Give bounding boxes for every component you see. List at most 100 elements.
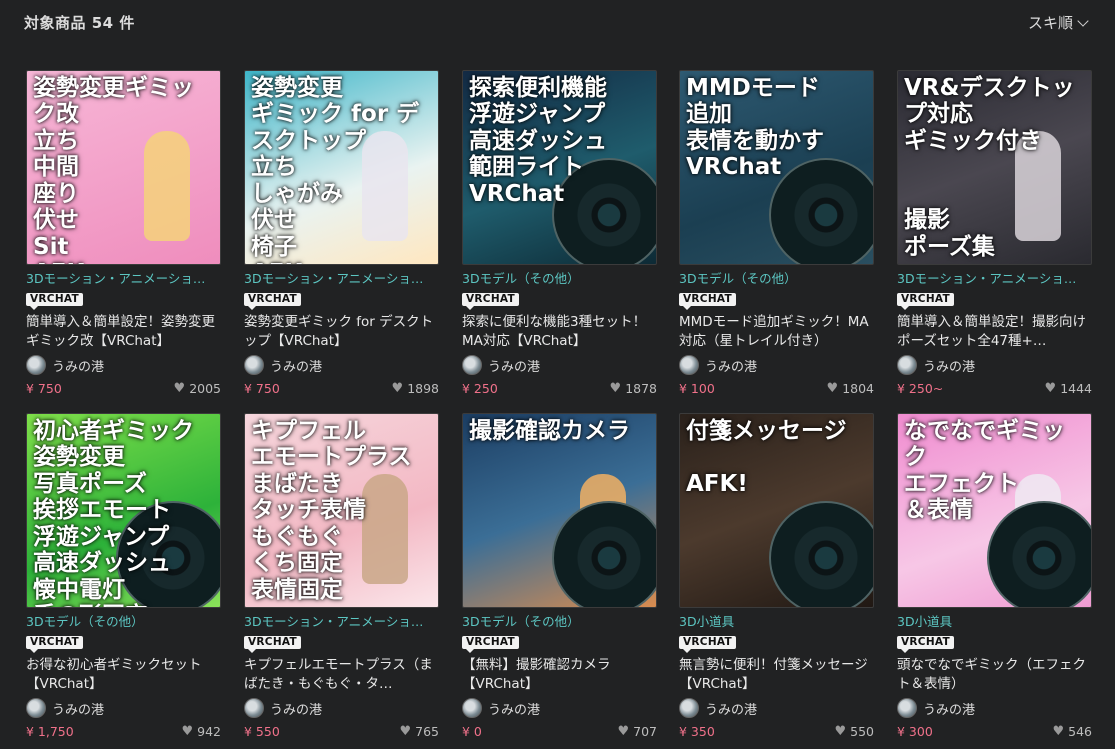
product-title[interactable]: キプフェルエモートプラス（まばたき・もぐもぐ・タ… — [244, 656, 439, 694]
shop-link[interactable]: うみの港 — [26, 355, 221, 375]
product-title[interactable]: 頭なでなでギミック（エフェクト＆表情） — [897, 656, 1092, 694]
product-card[interactable]: 姿勢変更 ギミック for デスクトップ 立ち しゃがみ 伏せ 椅子 AFK ポ… — [244, 70, 439, 397]
product-category[interactable]: 3Dモーション・アニメーショ… — [897, 268, 1092, 287]
like-button[interactable]: ♥ 1804 — [827, 381, 874, 396]
product-thumbnail[interactable]: 付箋メッセージ AFK! — [679, 413, 874, 608]
like-count: 765 — [415, 723, 439, 739]
thumbnail-text: 撮影確認カメラ — [469, 418, 630, 444]
product-thumbnail[interactable]: 探索便利機能 浮遊ジャンプ 高速ダッシュ 範囲ライト VRChat — [462, 70, 657, 265]
vrchat-badge: VRCHAT — [897, 293, 954, 310]
like-count: 1804 — [842, 380, 874, 396]
product-title[interactable]: 姿勢変更ギミック for デスクトップ【VRChat】 — [244, 313, 439, 351]
heart-icon: ♥ — [1052, 723, 1065, 739]
product-meta: ¥ 750 ♥ 1898 — [244, 379, 439, 397]
like-button[interactable]: ♥ 765 — [399, 724, 439, 739]
radial-menu-graphic — [552, 501, 656, 607]
heart-icon: ♥ — [181, 723, 194, 739]
product-meta: ¥ 250 ♥ 1878 — [462, 379, 657, 397]
like-button[interactable]: ♥ 2005 — [174, 381, 221, 396]
product-category[interactable]: 3Dモデル（その他） — [26, 611, 221, 630]
shop-name: うみの港 — [705, 359, 758, 375]
shop-link[interactable]: うみの港 — [462, 355, 657, 375]
like-button[interactable]: ♥ 550 — [834, 724, 874, 739]
vrchat-badge: VRCHAT — [244, 636, 301, 653]
like-button[interactable]: ♥ 1898 — [392, 381, 439, 396]
shop-avatar — [679, 355, 699, 375]
shop-link[interactable]: うみの港 — [244, 355, 439, 375]
product-category[interactable]: 3Dモデル（その他） — [679, 268, 874, 287]
like-button[interactable]: ♥ 1444 — [1045, 381, 1092, 396]
thumbnail-text: 姿勢変更ギミック改 立ち 中間 座り 伏せ Sit AFK PCVR & デスク… — [33, 75, 194, 264]
heart-icon: ♥ — [834, 723, 847, 739]
like-count: 1878 — [625, 380, 657, 396]
like-button[interactable]: ♥ 707 — [617, 724, 657, 739]
product-thumbnail[interactable]: なでなでギミック エフェクト ＆表情 — [897, 413, 1092, 608]
product-price: ¥ 750 — [244, 380, 280, 396]
vrchat-badge: VRCHAT — [897, 636, 954, 653]
product-title[interactable]: 探索に便利な機能3種セット！MA対応【VRChat】 — [462, 313, 657, 351]
product-card[interactable]: 初心者ギミック 姿勢変更 写真ポーズ 挨拶エモート 浮遊ジャンプ 高速ダッシュ … — [26, 413, 221, 740]
like-button[interactable]: ♥ 942 — [181, 724, 221, 739]
product-category[interactable]: 3Dモデル（その他） — [462, 611, 657, 630]
product-card[interactable]: 姿勢変更ギミック改 立ち 中間 座り 伏せ Sit AFK PCVR & デスク… — [26, 70, 221, 397]
shop-avatar — [897, 355, 917, 375]
product-thumbnail[interactable]: 姿勢変更ギミック改 立ち 中間 座り 伏せ Sit AFK PCVR & デスク… — [26, 70, 221, 265]
thumbnail-text: 初心者ギミック 姿勢変更 写真ポーズ 挨拶エモート 浮遊ジャンプ 高速ダッシュ … — [33, 418, 194, 607]
product-card[interactable]: なでなでギミック エフェクト ＆表情 3D小道具 VRCHAT 頭なでなでギミッ… — [897, 413, 1092, 740]
like-button[interactable]: ♥ 546 — [1052, 724, 1092, 739]
product-card[interactable]: MMDモード 追加 表情を動かす VRChat 3Dモデル（その他） VRCHA… — [679, 70, 874, 397]
shop-name: うみの港 — [270, 702, 323, 718]
like-button[interactable]: ♥ 1878 — [610, 381, 657, 396]
shop-link[interactable]: うみの港 — [244, 698, 439, 718]
shop-link[interactable]: うみの港 — [462, 698, 657, 718]
shop-link[interactable]: うみの港 — [897, 698, 1092, 718]
product-category[interactable]: 3D小道具 — [679, 611, 874, 630]
product-card[interactable]: 探索便利機能 浮遊ジャンプ 高速ダッシュ 範囲ライト VRChat 3Dモデル（… — [462, 70, 657, 397]
vrchat-badge: VRCHAT — [679, 636, 736, 653]
shop-link[interactable]: うみの港 — [897, 355, 1092, 375]
product-price: ¥ 100 — [679, 380, 715, 396]
product-meta: ¥ 250~ ♥ 1444 — [897, 379, 1092, 397]
product-card[interactable]: 付箋メッセージ AFK! 3D小道具 VRCHAT 無言勢に便利！付箋メッセージ… — [679, 413, 874, 740]
product-thumbnail[interactable]: 初心者ギミック 姿勢変更 写真ポーズ 挨拶エモート 浮遊ジャンプ 高速ダッシュ … — [26, 413, 221, 608]
product-title[interactable]: 簡単導入＆簡単設定！姿勢変更ギミック改【VRChat】 — [26, 313, 221, 351]
vrchat-badge: VRCHAT — [26, 636, 83, 653]
product-card[interactable]: 撮影確認カメラ 3Dモデル（その他） VRCHAT 【無料】撮影確認カメラ【VR… — [462, 413, 657, 740]
shop-link[interactable]: うみの港 — [26, 698, 221, 718]
product-title[interactable]: MMDモード追加ギミック！MA対応（星トレイル付き） — [679, 313, 874, 351]
product-price: ¥ 250 — [462, 380, 498, 396]
product-category[interactable]: 3Dモデル（その他） — [462, 268, 657, 287]
shop-link[interactable]: うみの港 — [679, 355, 874, 375]
product-thumbnail[interactable]: キプフェル エモートプラス まばたき タッチ表情 もぐもぐ くち固定 表情固定 — [244, 413, 439, 608]
product-thumbnail[interactable]: MMDモード 追加 表情を動かす VRChat — [679, 70, 874, 265]
product-title[interactable]: 無言勢に便利！付箋メッセージ【VRChat】 — [679, 656, 874, 694]
shop-name: うみの港 — [52, 702, 105, 718]
shop-avatar — [462, 698, 482, 718]
product-thumbnail[interactable]: 姿勢変更 ギミック for デスクトップ 立ち しゃがみ 伏せ 椅子 AFK ポ… — [244, 70, 439, 265]
product-category[interactable]: 3Dモーション・アニメーショ… — [26, 268, 221, 287]
product-meta: ¥ 350 ♥ 550 — [679, 722, 874, 740]
product-card[interactable]: VR&デスクトップ対応 ギミック付き 撮影 ポーズ集 3Dモーション・アニメーシ… — [897, 70, 1092, 397]
vrchat-badge: VRCHAT — [26, 293, 83, 310]
product-title[interactable]: 【無料】撮影確認カメラ【VRChat】 — [462, 656, 657, 694]
product-meta: ¥ 750 ♥ 2005 — [26, 379, 221, 397]
sort-dropdown[interactable]: スキ順 — [1028, 12, 1089, 33]
product-price: ¥ 250~ — [897, 380, 944, 396]
product-meta: ¥ 100 ♥ 1804 — [679, 379, 874, 397]
shop-link[interactable]: うみの港 — [679, 698, 874, 718]
vrchat-badge: VRCHAT — [462, 293, 519, 310]
product-category[interactable]: 3Dモーション・アニメーショ… — [244, 268, 439, 287]
like-count: 942 — [197, 723, 221, 739]
heart-icon: ♥ — [1044, 380, 1057, 396]
product-category[interactable]: 3Dモーション・アニメーショ… — [244, 611, 439, 630]
product-category[interactable]: 3D小道具 — [897, 611, 1092, 630]
product-meta: ¥ 300 ♥ 546 — [897, 722, 1092, 740]
product-title[interactable]: お得な初心者ギミックセット【VRChat】 — [26, 656, 221, 694]
product-card[interactable]: キプフェル エモートプラス まばたき タッチ表情 もぐもぐ くち固定 表情固定 … — [244, 413, 439, 740]
heart-icon: ♥ — [399, 723, 412, 739]
chevron-down-icon — [1077, 14, 1089, 27]
product-title[interactable]: 簡単導入＆簡単設定！撮影向けポーズセット全47種+… — [897, 313, 1092, 351]
product-thumbnail[interactable]: 撮影確認カメラ — [462, 413, 657, 608]
product-meta: ¥ 0 ♥ 707 — [462, 722, 657, 740]
product-thumbnail[interactable]: VR&デスクトップ対応 ギミック付き 撮影 ポーズ集 — [897, 70, 1092, 265]
